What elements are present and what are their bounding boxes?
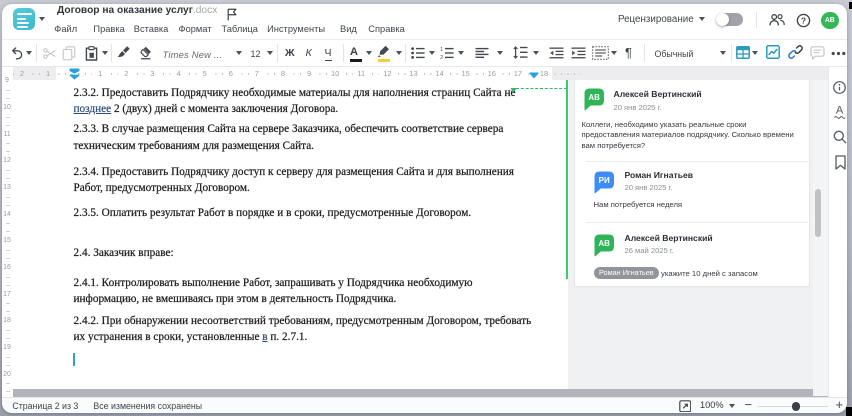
svg-text:?: ?: [801, 15, 806, 25]
svg-text:РИ: РИ: [598, 176, 609, 185]
svg-text:1: 1: [440, 47, 443, 53]
svg-text:А: А: [835, 104, 843, 116]
svg-text:2: 2: [440, 54, 443, 58]
svg-text:АВ: АВ: [598, 239, 610, 248]
svg-text:АВ: АВ: [588, 93, 600, 102]
